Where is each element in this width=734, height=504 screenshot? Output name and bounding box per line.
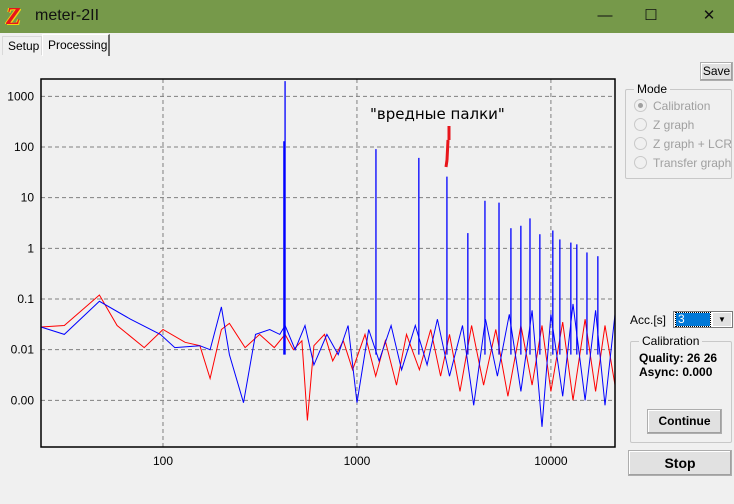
x-tick-label: 1000	[344, 454, 371, 468]
annotation-text: "вредные палки"	[370, 105, 505, 123]
radio-label: Z graph + LCR	[653, 137, 733, 151]
y-tick-label: 100	[14, 140, 34, 154]
minimize-button[interactable]: —	[582, 0, 628, 33]
radio-icon	[634, 137, 647, 150]
close-button[interactable]: ✕	[686, 0, 732, 33]
y-tick-label: 0.1	[17, 292, 34, 306]
y-tick-label: 10	[21, 191, 35, 205]
acc-label: Acc.[s]	[630, 313, 667, 327]
save-button[interactable]: Save	[700, 62, 733, 81]
tab-bar: Setup Processing	[0, 34, 734, 56]
stop-button[interactable]: Stop	[628, 450, 732, 476]
y-tick-label: 1	[27, 241, 34, 255]
async-text: Async: 0.000	[639, 365, 713, 379]
radio-transfer-graph[interactable]: Transfer graph	[634, 156, 731, 170]
title-bar: Z meter-2II — ☐ ✕	[0, 0, 734, 33]
mode-group: Mode Calibration Z graph Z graph + LCR T…	[625, 82, 732, 179]
calibration-legend: Calibration	[639, 334, 703, 348]
radio-label: Z graph	[653, 118, 695, 132]
y-tick-label: 0.00	[11, 393, 35, 407]
maximize-button[interactable]: ☐	[628, 0, 674, 33]
y-tick-label: 0.01	[11, 343, 35, 357]
plot-area	[41, 79, 615, 447]
spectrum-chart: 100 1000 10000 1000 100 10 1 0.1 0.01 0.00 "вредны…	[7, 78, 616, 468]
app-logo-icon: Z	[6, 4, 21, 30]
tab-processing[interactable]: Processing	[42, 34, 110, 56]
radio-label: Calibration	[653, 99, 711, 113]
radio-selected-icon	[634, 99, 647, 112]
radio-z-graph-lcr[interactable]: Z graph + LCR	[634, 137, 732, 151]
continue-button[interactable]: Continue	[647, 409, 722, 434]
radio-label: Transfer graph	[653, 156, 732, 170]
x-tick-label: 10000	[534, 454, 568, 468]
acc-select[interactable]: 3 ▼	[673, 311, 733, 328]
radio-calibration[interactable]: Calibration	[634, 99, 710, 113]
y-tick-label: 1000	[7, 89, 34, 103]
radio-z-graph[interactable]: Z graph	[634, 118, 694, 132]
chevron-down-icon[interactable]: ▼	[713, 313, 731, 326]
calibration-group: Calibration Quality: 26 26 Async: 0.000 …	[630, 334, 732, 443]
mode-legend: Mode	[634, 82, 671, 96]
x-tick-label: 100	[153, 454, 173, 468]
radio-icon	[634, 118, 647, 131]
window-title: meter-2II	[35, 7, 100, 24]
acc-value: 3	[675, 312, 711, 327]
tab-setup[interactable]: Setup	[2, 36, 42, 55]
radio-icon	[634, 156, 647, 169]
quality-text: Quality: 26 26	[639, 351, 718, 365]
